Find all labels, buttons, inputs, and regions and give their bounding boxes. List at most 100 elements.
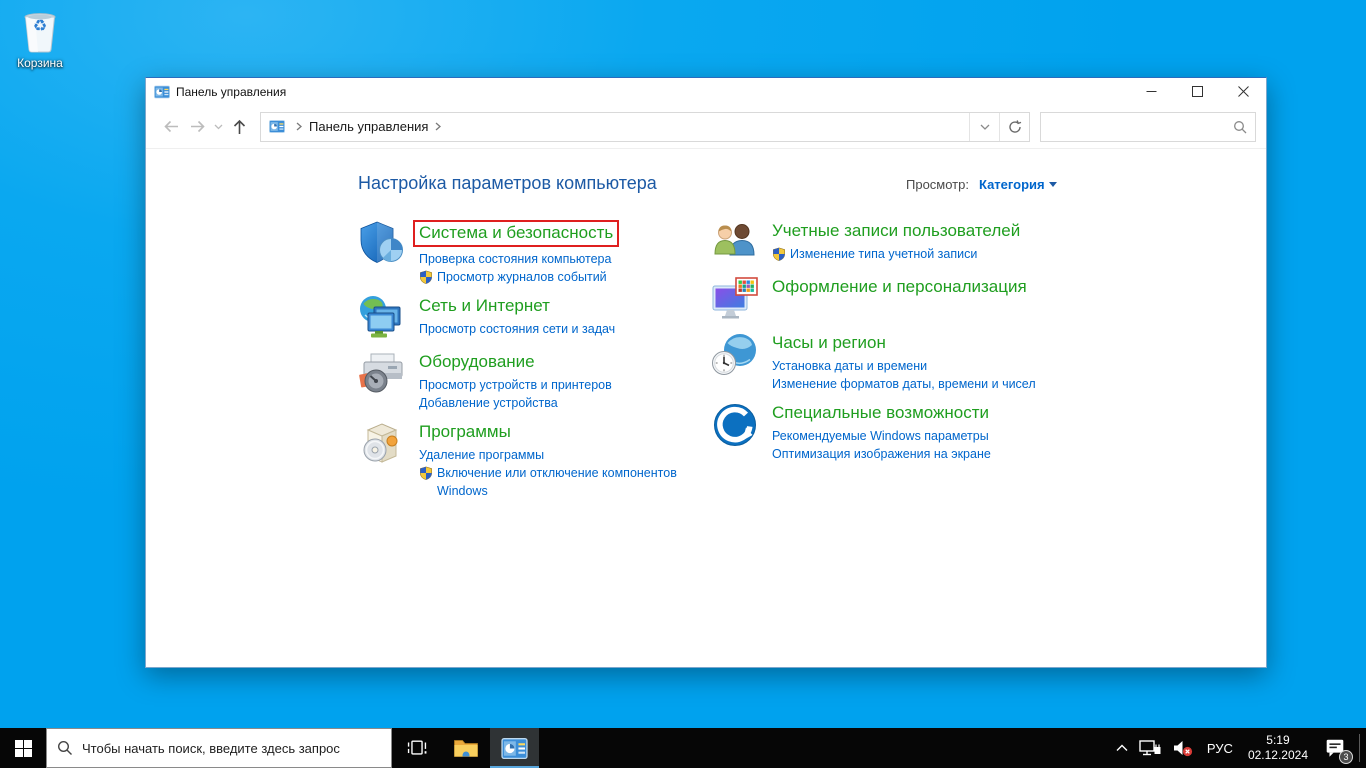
- task-view-button[interactable]: [392, 728, 441, 768]
- task-link-change-account-type[interactable]: Изменение типа учетной записи: [772, 245, 1020, 263]
- category-programs: Программы Удаление программы Включение и…: [358, 420, 693, 500]
- control-panel-search-input[interactable]: [1049, 119, 1233, 134]
- breadcrumb-chevron-icon[interactable]: [428, 122, 448, 131]
- task-link-recommended-settings[interactable]: Рекомендуемые Windows параметры: [772, 427, 991, 445]
- refresh-button[interactable]: [999, 112, 1029, 141]
- system-security-icon[interactable]: [358, 219, 406, 267]
- category-link-network-internet[interactable]: Сеть и Интернет: [419, 296, 550, 315]
- category-link-system-security[interactable]: Система и безопасность: [419, 223, 613, 242]
- recycle-bin-desktop-icon[interactable]: ♻ Корзина: [10, 8, 70, 70]
- up-button[interactable]: [226, 112, 252, 142]
- breadcrumb-chevron-icon[interactable]: [289, 122, 309, 131]
- category-link-ease-of-access[interactable]: Специальные возможности: [772, 403, 989, 422]
- uac-shield-icon: [420, 466, 432, 480]
- navigation-bar: Панель управления: [146, 105, 1266, 148]
- chevron-up-icon: [1116, 744, 1128, 751]
- volume-muted-icon: [1173, 741, 1192, 757]
- recycle-symbol-icon: ♻: [32, 18, 48, 35]
- task-link-change-formats[interactable]: Изменение форматов даты, времени и чисел: [772, 375, 1036, 393]
- view-by-value[interactable]: Категория: [979, 177, 1045, 192]
- forward-button[interactable]: [184, 112, 210, 142]
- control-panel-icon: [154, 85, 170, 98]
- recycle-bin-label: Корзина: [17, 56, 63, 70]
- programs-icon[interactable]: [358, 420, 406, 468]
- tray-language-indicator[interactable]: РУС: [1199, 728, 1241, 768]
- task-view-icon: [407, 740, 426, 755]
- chevron-down-icon: [980, 124, 989, 130]
- recent-locations-dropdown[interactable]: [210, 112, 226, 142]
- tray-clock[interactable]: 5:19 02.12.2024: [1241, 733, 1315, 763]
- minimize-button[interactable]: [1128, 78, 1174, 105]
- taskbar-search[interactable]: [46, 728, 392, 768]
- control-panel-window: Панель управления Панель управления Наст…: [145, 77, 1267, 668]
- task-link-add-device[interactable]: Добавление устройства: [419, 394, 612, 412]
- windows-logo-icon: [14, 739, 32, 757]
- breadcrumb-root[interactable]: Панель управления: [309, 119, 428, 134]
- network-internet-icon[interactable]: [358, 294, 406, 342]
- title-bar[interactable]: Панель управления: [146, 78, 1266, 105]
- category-network-internet: Сеть и Интернет Просмотр состояния сети …: [358, 294, 693, 342]
- task-link-devices-printers[interactable]: Просмотр устройств и принтеров: [419, 376, 612, 394]
- task-link-uninstall-program[interactable]: Удаление программы: [419, 446, 693, 464]
- file-explorer-icon: [453, 740, 478, 757]
- refresh-icon: [1008, 119, 1021, 133]
- category-link-personalization[interactable]: Оформление и персонализация: [772, 277, 1027, 296]
- control-panel-search[interactable]: [1040, 111, 1256, 142]
- address-dropdown-button[interactable]: [969, 112, 999, 141]
- category-ease-of-access: Специальные возможности Рекомендуемые Wi…: [711, 401, 1056, 463]
- action-center-button[interactable]: 3: [1315, 728, 1357, 768]
- task-link-optimize-display[interactable]: Оптимизация изображения на экране: [772, 445, 991, 463]
- back-button[interactable]: [158, 112, 184, 142]
- control-panel-taskbar-button[interactable]: [490, 728, 539, 768]
- up-arrow-icon: [233, 119, 245, 134]
- task-link-event-logs[interactable]: Просмотр журналов событий: [419, 268, 619, 286]
- taskbar: РУС 5:19 02.12.2024 3: [0, 728, 1366, 768]
- category-link-user-accounts[interactable]: Учетные записи пользователей: [772, 221, 1020, 240]
- tray-volume-muted-button[interactable]: [1167, 728, 1199, 768]
- search-icon: [57, 740, 72, 755]
- start-button[interactable]: [0, 728, 46, 768]
- window-title: Панель управления: [176, 84, 287, 99]
- search-icon: [1234, 120, 1247, 133]
- maximize-icon: [1191, 86, 1203, 97]
- category-link-clock-region[interactable]: Часы и регион: [772, 333, 886, 352]
- chevron-down-icon: [214, 124, 222, 129]
- control-panel-icon: [269, 120, 285, 133]
- category-personalization: Оформление и персонализация: [711, 275, 1056, 323]
- maximize-button[interactable]: [1174, 78, 1220, 105]
- category-system-security: Система и безопасность Проверка состояни…: [358, 219, 693, 286]
- category-link-programs[interactable]: Программы: [419, 422, 511, 441]
- task-link-security-status[interactable]: Проверка состояния компьютера: [419, 250, 619, 268]
- control-panel-content: Настройка параметров компьютера Просмотр…: [146, 148, 1266, 667]
- notification-badge: 3: [1339, 750, 1353, 764]
- close-icon: [1237, 86, 1249, 97]
- task-link-set-date-time[interactable]: Установка даты и времени: [772, 357, 1036, 375]
- task-link-network-status[interactable]: Просмотр состояния сети и задач: [419, 320, 615, 338]
- personalization-icon[interactable]: [711, 275, 759, 323]
- control-panel-icon: [501, 737, 528, 759]
- view-by-label: Просмотр:: [906, 177, 969, 192]
- red-highlight-box: Система и безопасность: [413, 220, 620, 247]
- ease-of-access-icon[interactable]: [711, 401, 759, 449]
- close-button[interactable]: [1220, 78, 1266, 105]
- minimize-icon: [1146, 91, 1156, 92]
- tray-show-hidden-icons-button[interactable]: [1111, 728, 1133, 768]
- show-desktop-button[interactable]: [1360, 728, 1366, 768]
- category-column-right: Учетные записи пользователей Изменение т…: [711, 219, 1056, 471]
- category-link-hardware[interactable]: Оборудование: [419, 352, 535, 371]
- file-explorer-button[interactable]: [441, 728, 490, 768]
- caret-down-icon[interactable]: [1048, 182, 1057, 187]
- hardware-icon[interactable]: [358, 350, 406, 398]
- category-clock-region: Часы и регион Установка даты и времени И…: [711, 331, 1056, 393]
- back-arrow-icon: [163, 120, 178, 133]
- tray-time: 5:19: [1266, 733, 1290, 747]
- task-link-windows-features[interactable]: Включение или отключение компонентов Win…: [419, 464, 693, 500]
- address-bar[interactable]: Панель управления: [260, 111, 1030, 142]
- network-icon: [1139, 740, 1161, 756]
- category-column-left: Система и безопасность Проверка состояни…: [358, 219, 693, 508]
- taskbar-search-input[interactable]: [82, 740, 381, 756]
- clock-region-icon[interactable]: [711, 331, 759, 379]
- forward-arrow-icon: [190, 120, 205, 133]
- user-accounts-icon[interactable]: [711, 219, 759, 267]
- tray-network-button[interactable]: [1133, 728, 1167, 768]
